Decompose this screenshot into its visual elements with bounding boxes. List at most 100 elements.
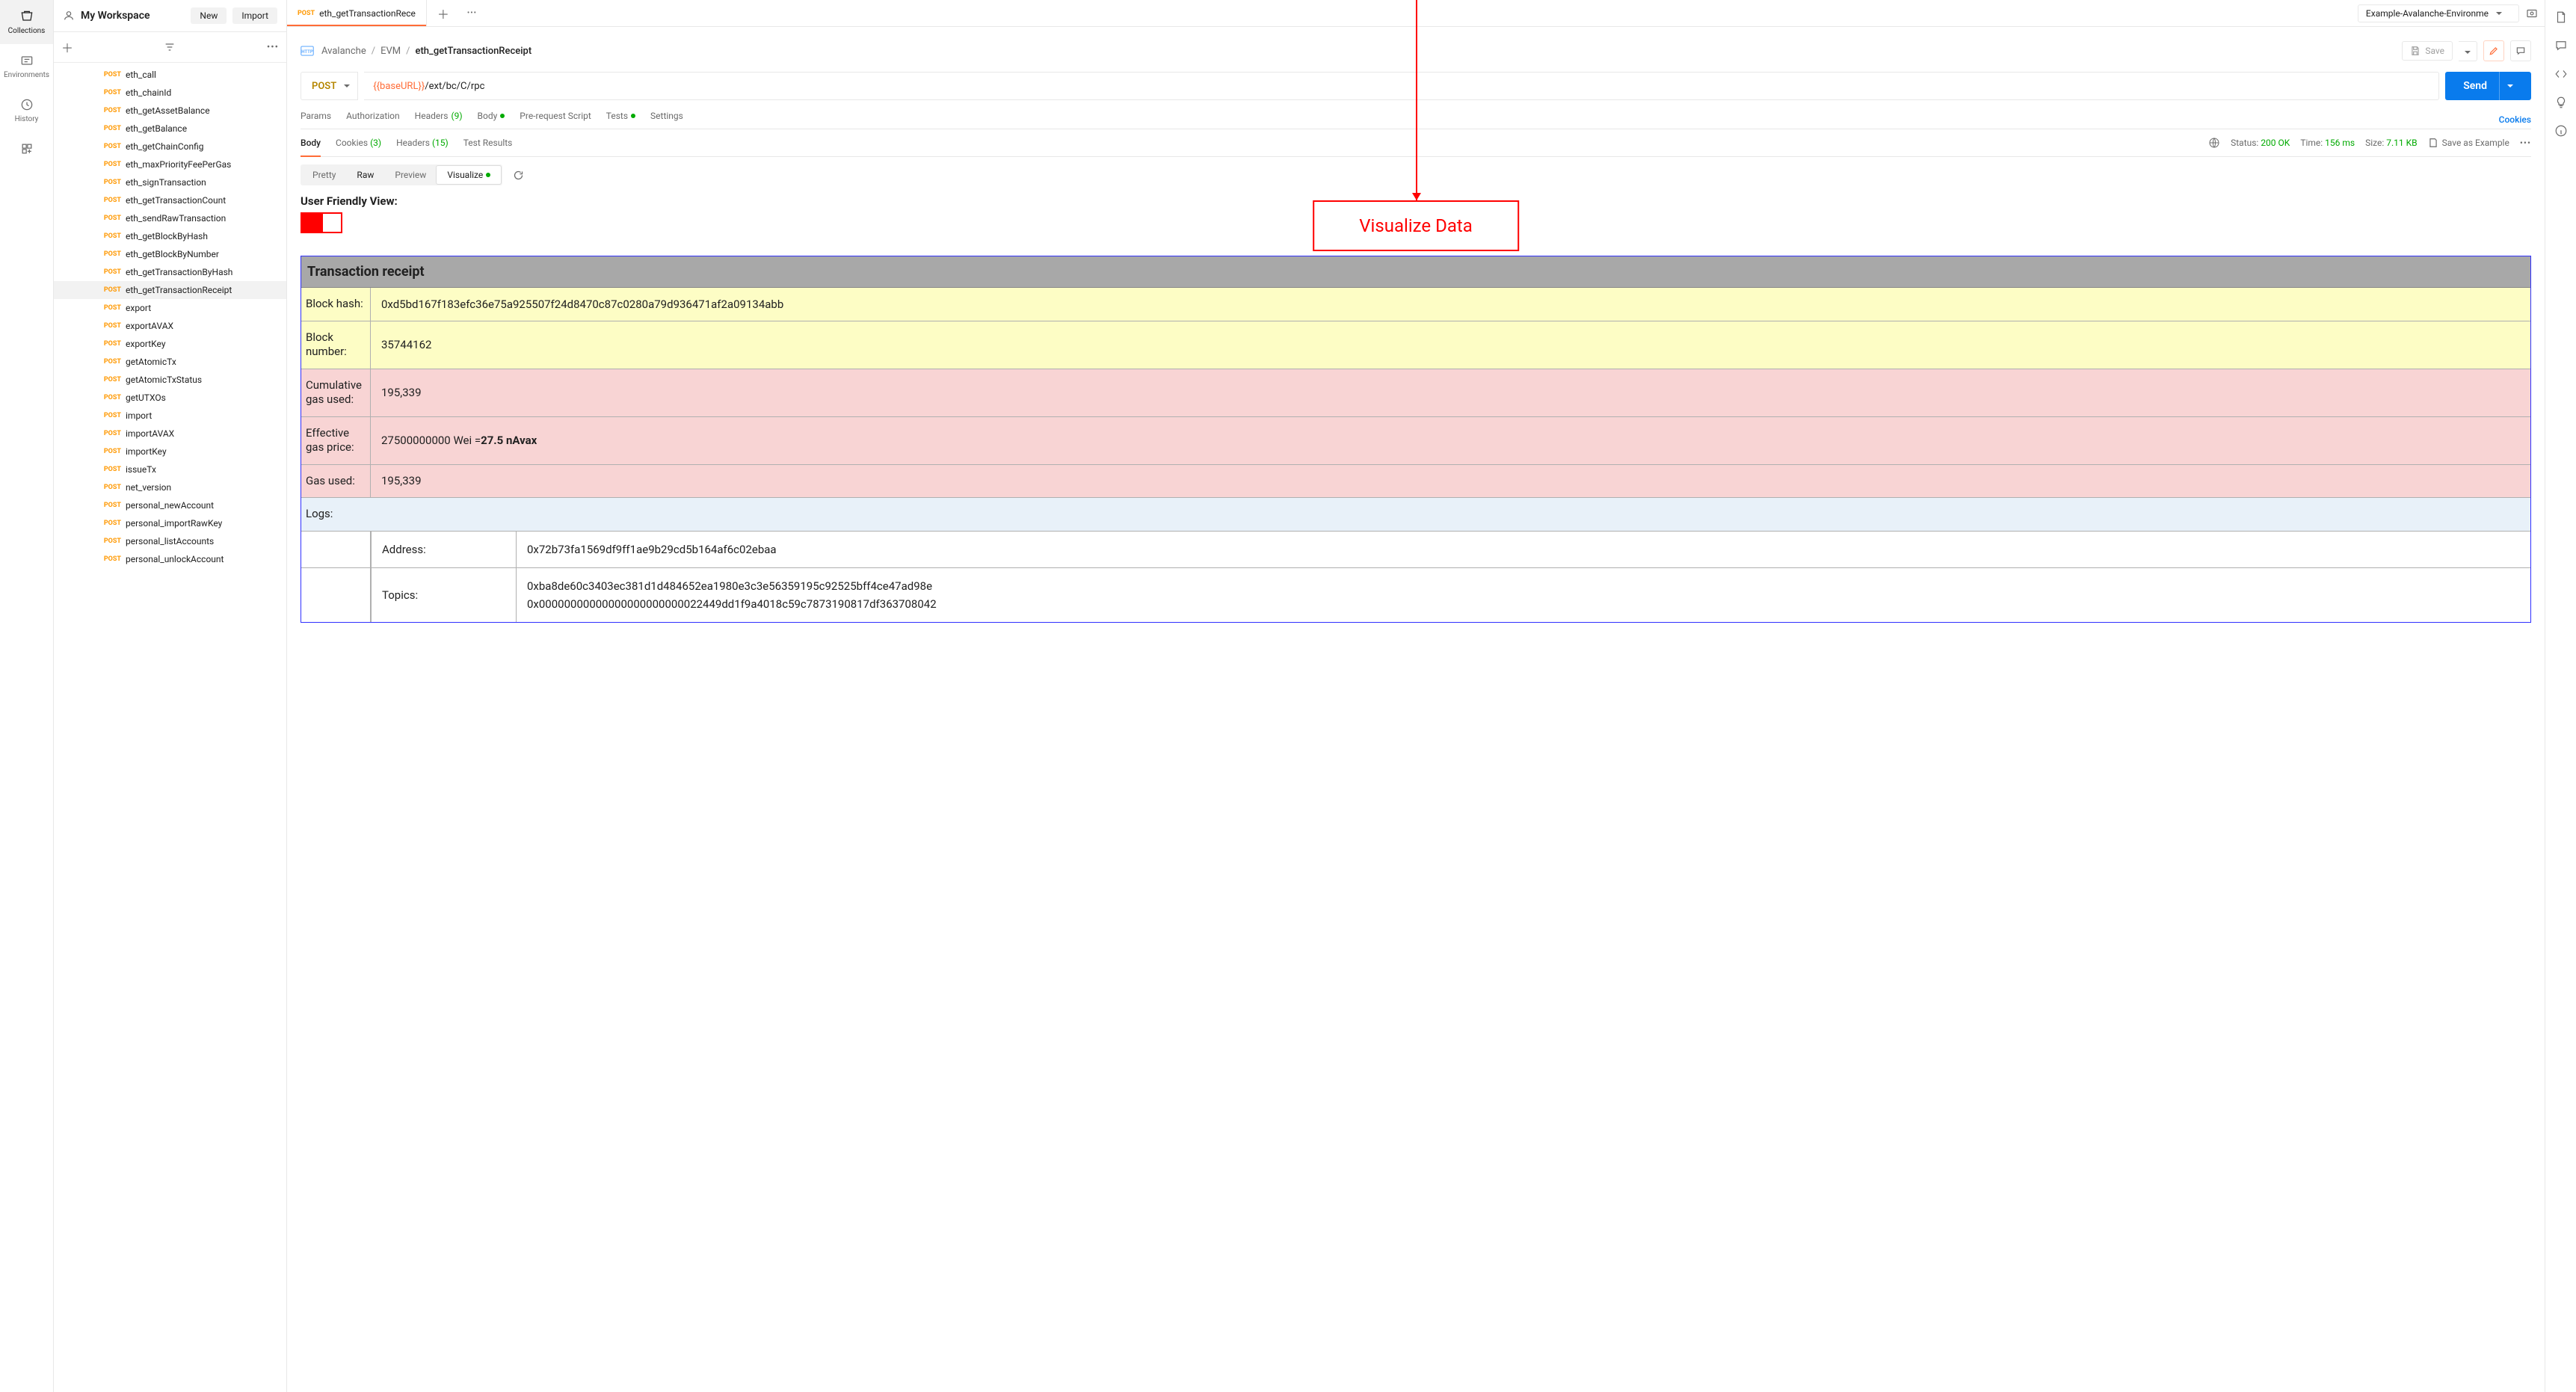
tree-item[interactable]: POSTimport: [54, 407, 286, 425]
status-value: 200 OK: [2261, 138, 2290, 148]
tree-item[interactable]: POSTeth_getBlockByNumber: [54, 245, 286, 263]
tree-item[interactable]: POSTeth_maxPriorityFeePerGas: [54, 155, 286, 173]
tree-item[interactable]: POSTexportKey: [54, 335, 286, 353]
resp-tab-body[interactable]: Body: [301, 138, 321, 157]
edit-button[interactable]: [2483, 40, 2504, 61]
tree-item[interactable]: POSTexportAVAX: [54, 317, 286, 335]
dot-icon: [500, 114, 505, 118]
user-icon: [63, 10, 75, 22]
tab-headers[interactable]: Headers (9): [415, 111, 463, 129]
resp-tab-cookies[interactable]: Cookies (3): [336, 138, 381, 155]
tree-item[interactable]: POSTeth_getTransactionByHash: [54, 263, 286, 281]
table-row-logs: Logs:: [301, 498, 2530, 532]
tree-item[interactable]: POSTgetAtomicTxStatus: [54, 371, 286, 389]
add-tab-button[interactable]: ＋: [427, 4, 460, 22]
tab-more-icon[interactable]: •••: [460, 9, 484, 17]
tree-item[interactable]: POSTeth_sendRawTransaction: [54, 209, 286, 227]
tree-item[interactable]: POST eth_getChainConfig: [54, 138, 286, 155]
tree-item-label: personal_unlockAccount: [126, 554, 224, 564]
tree-item[interactable]: POSTimportAVAX: [54, 425, 286, 443]
tree-item[interactable]: POSTeth_getTransactionCount: [54, 191, 286, 209]
cookies-link[interactable]: Cookies: [2499, 114, 2531, 125]
method-badge: POST: [99, 448, 121, 455]
more-icon[interactable]: •••: [2520, 138, 2531, 148]
comment-button[interactable]: [2510, 40, 2531, 61]
tree-item-label: personal_importRawKey: [126, 518, 222, 529]
environment-quicklook-icon[interactable]: [2525, 7, 2539, 20]
save-button[interactable]: Save: [2402, 41, 2453, 61]
method-badge: POST: [99, 215, 121, 222]
url-path: /ext/bc/C/rpc: [425, 81, 484, 92]
tab-method-badge: POST: [298, 10, 315, 17]
tree-item-label: import: [126, 410, 152, 421]
view-preview[interactable]: Preview: [384, 166, 437, 184]
tree-item[interactable]: POSTeth_getAssetBalance: [54, 102, 286, 120]
tree-item-label: exportKey: [126, 339, 166, 349]
tab-settings[interactable]: Settings: [650, 111, 683, 129]
url-input[interactable]: {{baseURL}}/ext/bc/C/rpc: [364, 72, 2439, 100]
tree-item[interactable]: POSTeth_getBalance: [54, 120, 286, 138]
view-pretty[interactable]: Pretty: [302, 166, 346, 184]
lightbulb-icon[interactable]: [2554, 96, 2568, 109]
rail-environments[interactable]: Environments: [0, 44, 53, 88]
more-icon[interactable]: •••: [267, 42, 279, 53]
tree-item[interactable]: POSTgetAtomicTx: [54, 353, 286, 371]
save-as-example-button[interactable]: Save as Example: [2428, 138, 2509, 148]
filter-icon[interactable]: [164, 41, 176, 53]
tree-item[interactable]: POSTeth_getTransactionReceipt: [54, 281, 286, 299]
tree-item[interactable]: POSTexport: [54, 299, 286, 317]
tree-item[interactable]: POSTeth_signTransaction: [54, 173, 286, 191]
plus-icon[interactable]: ＋: [61, 38, 73, 56]
left-icon-rail: Collections Environments History: [0, 0, 54, 1392]
rail-add[interactable]: [0, 132, 53, 165]
view-raw[interactable]: Raw: [346, 166, 384, 184]
method-selector[interactable]: POST: [301, 72, 358, 100]
breadcrumb-b[interactable]: EVM: [380, 46, 401, 57]
tab-prerequest[interactable]: Pre-request Script: [520, 111, 591, 129]
rail-collections[interactable]: Collections: [0, 0, 53, 44]
save-dropdown-button[interactable]: [2459, 41, 2477, 61]
tree-item[interactable]: POSTpersonal_unlockAccount: [54, 550, 286, 568]
resp-tab-headers[interactable]: Headers (15): [396, 138, 449, 155]
collection-tree[interactable]: POSTeth_callPOSTeth_chainIdPOSTeth_getAs…: [54, 63, 286, 1392]
tree-item[interactable]: POSTnet_version: [54, 478, 286, 496]
network-icon[interactable]: [2208, 137, 2220, 149]
tree-item[interactable]: POSTeth_call: [54, 66, 286, 84]
pencil-icon: [2489, 46, 2499, 56]
tree-item-label: eth_getChainConfig: [126, 141, 204, 152]
workspace-header: My Workspace New Import: [54, 0, 286, 32]
docs-icon[interactable]: [2554, 10, 2568, 24]
tab-authorization[interactable]: Authorization: [346, 111, 400, 129]
send-button[interactable]: Send: [2445, 72, 2531, 100]
tree-item[interactable]: POSTeth_chainId: [54, 84, 286, 102]
import-button[interactable]: Import: [232, 7, 277, 24]
tab-body[interactable]: Body: [478, 111, 505, 129]
info-icon[interactable]: [2554, 124, 2568, 138]
code-icon[interactable]: [2554, 67, 2568, 81]
tab-params[interactable]: Params: [301, 111, 331, 129]
rail-history[interactable]: History: [0, 88, 53, 132]
method-badge: POST: [99, 143, 121, 150]
user-friendly-toggle[interactable]: [301, 212, 342, 233]
new-button[interactable]: New: [191, 7, 227, 24]
tree-item[interactable]: POSTeth_getBlockByHash: [54, 227, 286, 245]
tree-item[interactable]: POSTpersonal_newAccount: [54, 496, 286, 514]
tree-item[interactable]: POSTgetUTXOs: [54, 389, 286, 407]
table-value: 0xd5bd167f183efc36e75a925507f24d8470c87c…: [371, 288, 2530, 321]
view-visualize[interactable]: Visualize: [437, 166, 501, 184]
tree-item-label: net_version: [126, 482, 171, 493]
tree-item[interactable]: POSTissueTx: [54, 461, 286, 478]
resp-tab-test-results[interactable]: Test Results: [463, 138, 513, 155]
tab-tests[interactable]: Tests: [606, 111, 635, 129]
request-tab[interactable]: POST eth_getTransactionRece: [287, 0, 427, 26]
comments-icon[interactable]: [2554, 39, 2568, 52]
tree-item[interactable]: POSTpersonal_listAccounts: [54, 532, 286, 550]
tree-item[interactable]: POSTpersonal_importRawKey: [54, 514, 286, 532]
breadcrumb-a[interactable]: Avalanche: [321, 46, 366, 57]
refresh-icon[interactable]: [513, 170, 524, 181]
method-badge: POST: [99, 430, 121, 437]
topic-1: 0xba8de60c3403ec381d1d484652ea1980e3c3e5…: [527, 577, 2520, 595]
tree-item[interactable]: POSTimportKey: [54, 443, 286, 461]
environment-selector[interactable]: Example-Avalanche-Environme: [2358, 4, 2519, 22]
breadcrumb[interactable]: Avalanche/ EVM/ eth_getTransactionReceip…: [321, 46, 531, 57]
